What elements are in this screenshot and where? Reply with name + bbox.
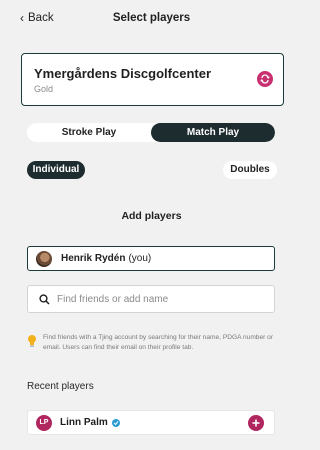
player-you-label: (you) — [128, 253, 152, 264]
add-player-button[interactable] — [248, 415, 264, 431]
verified-icon — [111, 418, 120, 427]
individual-option[interactable]: Individual — [27, 161, 85, 179]
avatar — [36, 250, 52, 267]
page-title: Select players — [112, 12, 191, 24]
plus-icon — [252, 419, 260, 427]
course-layout: Gold — [34, 84, 54, 94]
game-mode-toggle: Stroke Play Match Play — [27, 123, 275, 142]
match-play-option[interactable]: Match Play — [151, 123, 275, 142]
search-box[interactable] — [27, 285, 275, 313]
lightbulb-icon — [27, 334, 37, 348]
course-name: Ymergårdens Discgolfcenter — [34, 66, 212, 81]
recent-players-title: Recent players — [27, 381, 94, 392]
recent-player-name: Linn Palm — [60, 417, 108, 428]
current-player-row[interactable]: Henrik Rydén (you) — [27, 246, 275, 271]
add-players-title: Add players — [121, 210, 182, 222]
doubles-option[interactable]: Doubles — [223, 161, 277, 179]
avatar: LP — [36, 414, 52, 431]
search-hint: Find friends with a Tjing account by sea… — [27, 333, 277, 353]
swap-icon[interactable] — [257, 71, 273, 87]
hint-text: Find friends with a Tjing account by sea… — [43, 334, 274, 351]
player-name: Henrik Rydén — [61, 253, 126, 264]
course-card[interactable]: Ymergårdens Discgolfcenter Gold — [21, 53, 284, 106]
stroke-play-option[interactable]: Stroke Play — [27, 123, 151, 142]
search-input[interactable] — [55, 292, 259, 306]
team-mode-toggle: Individual Doubles — [27, 161, 277, 179]
recent-player-row[interactable]: LP Linn Palm — [27, 410, 275, 435]
top-bar: ‹ Back Select players — [0, 10, 303, 32]
search-icon — [37, 292, 51, 306]
